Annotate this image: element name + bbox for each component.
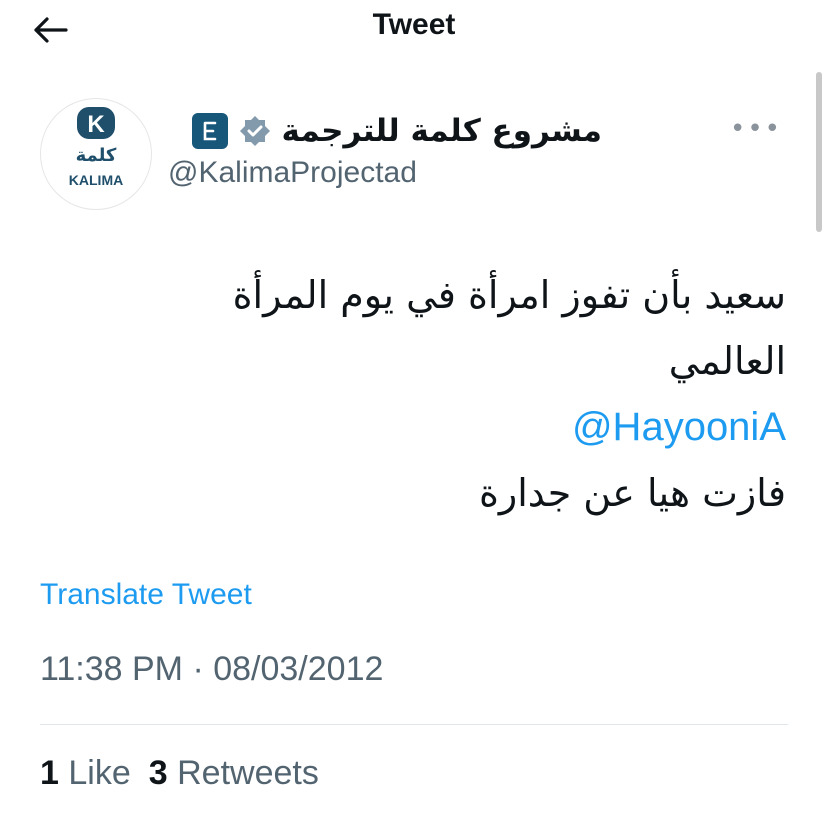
tweet-text: سعيد بأن تفوز امرأة في يوم المرأة العالم… [86, 262, 786, 526]
tweet-stats: 1 Like 3 Retweets [40, 754, 319, 793]
more-dots-icon[interactable]: ••• [730, 114, 782, 144]
mention-link[interactable]: @HayooniA [86, 394, 786, 460]
retweets-stat[interactable]: 3 Retweets [149, 754, 319, 793]
retweets-label: Retweets [177, 754, 319, 792]
translate-tweet-link[interactable]: Translate Tweet [40, 578, 252, 612]
kalima-logo: K كلمة KALIMA [69, 107, 123, 188]
divider [40, 724, 788, 725]
likes-count: 1 [40, 754, 59, 792]
tweet-line: سعيد بأن تفوز امرأة في يوم المرأة [232, 273, 786, 317]
likes-stat[interactable]: 1 Like [40, 754, 131, 793]
author-name-row: مشروع كلمة للترجمة [191, 108, 602, 154]
verified-badge-icon [238, 114, 272, 148]
tweet-line: العالمي [668, 339, 786, 383]
svg-text:KALIMA: KALIMA [69, 172, 123, 188]
tweet-timestamp[interactable]: 11:38 PM · 08/03/2012 [40, 650, 383, 689]
page-title: Tweet [372, 8, 456, 41]
government-badge-icon [191, 113, 228, 149]
svg-text:كلمة: كلمة [76, 145, 117, 166]
top-bar: Tweet [0, 0, 828, 60]
tweet-line: فازت هيا عن جدارة [478, 471, 786, 515]
avatar[interactable]: K كلمة KALIMA [40, 98, 152, 210]
retweets-count: 3 [148, 754, 168, 792]
author-handle[interactable]: @KalimaProjectad [168, 156, 417, 190]
svg-text:K: K [87, 111, 105, 138]
scrollbar[interactable] [816, 72, 822, 232]
likes-label: Like [68, 754, 131, 792]
author-display-name[interactable]: مشروع كلمة للترجمة [282, 113, 602, 149]
